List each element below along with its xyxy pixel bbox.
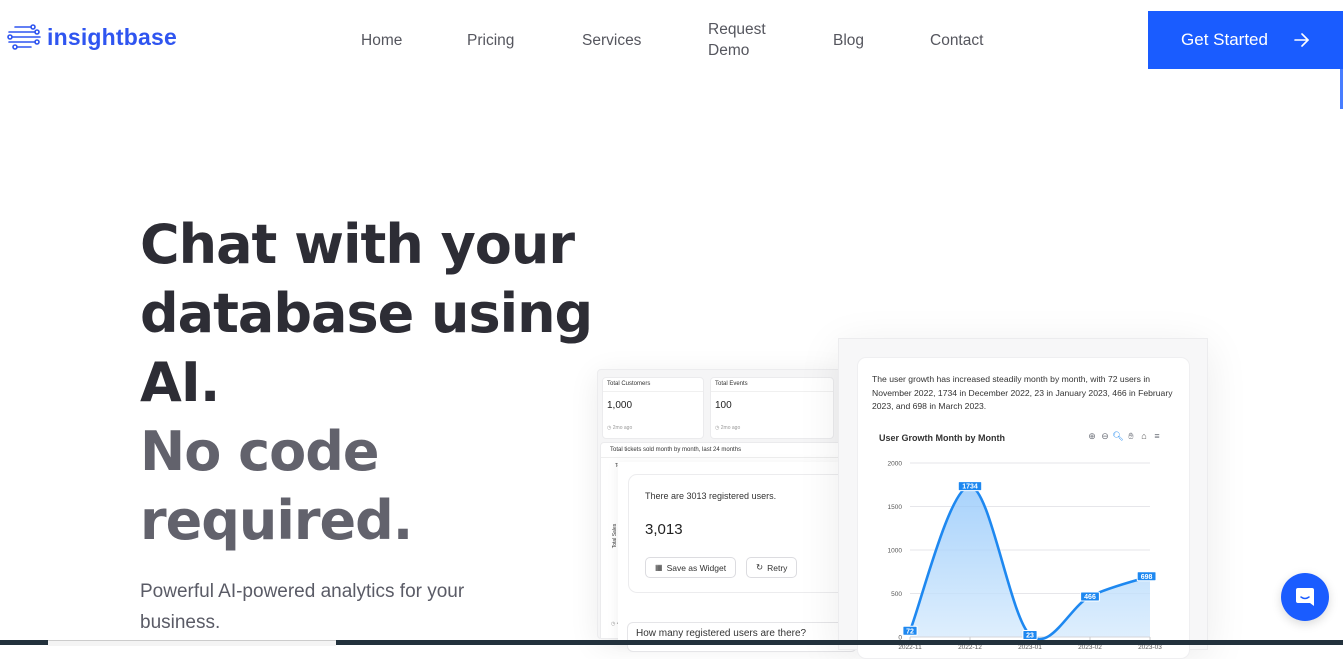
kpi-title: Total Customers <box>607 381 651 387</box>
data-label: 466 <box>1084 594 1096 601</box>
refresh-icon: ↻ <box>756 562 764 572</box>
chat-widget-button[interactable] <box>1281 573 1329 621</box>
y-tick-label: 500 <box>891 591 902 598</box>
answer-card: There are 3013 registered users. 3,013 ▦… <box>628 474 855 593</box>
hero-title: Chat with your database using AI. No cod… <box>140 210 593 555</box>
data-label: 72 <box>906 628 914 635</box>
answer-value: 3,013 <box>645 521 683 538</box>
kpi-card-total-customers: Total Customers 1,000 ◷ 2mo ago <box>602 377 704 439</box>
chat-panel: There are 3013 registered users. 3,013 ▦… <box>618 462 857 652</box>
user-growth-chart: 05001000150020002022-11 2022-12 2023-01 202… <box>888 461 1163 652</box>
chart-toolbar: ⊕ ⊖ 🔍︎ ✋︎ ⌂ ≡ <box>1087 431 1162 442</box>
data-label: 1734 <box>962 484 978 491</box>
kpi-title: Total Events <box>715 381 748 387</box>
get-started-label: Get Started <box>1181 30 1268 49</box>
nav-services[interactable]: Services <box>582 30 641 51</box>
y-tick-label: 1500 <box>888 504 903 511</box>
data-label: 698 <box>1141 574 1153 581</box>
nav-home[interactable]: Home <box>361 30 402 51</box>
kpi-updated: ◷ 2mo ago <box>715 425 741 431</box>
y-tick-label: 2000 <box>888 461 903 468</box>
nav-pricing[interactable]: Pricing <box>467 30 514 51</box>
chart-title: User Growth Month by Month <box>879 433 1005 443</box>
bottom-bar <box>0 640 1343 646</box>
x-tick-label: 2023-01 <box>1018 644 1042 651</box>
zoom-out-icon[interactable]: ⊖ <box>1100 431 1110 441</box>
logo-icon <box>7 24 41 50</box>
chart-summary: The user growth has increased steadily m… <box>872 374 1173 411</box>
arrow-right-icon <box>1294 33 1309 47</box>
answer-text: There are 3013 registered users. <box>645 491 777 501</box>
kpi-updated: ◷ 2mo ago <box>607 425 633 431</box>
user-question: How many registered users are there? <box>627 622 857 652</box>
y-tick-label: 1000 <box>888 548 903 555</box>
retry-button[interactable]: ↻ Retry <box>746 557 798 578</box>
nav-request-demo-line1: Request <box>708 21 766 38</box>
hero-title-line: Chat with your <box>140 213 575 276</box>
home-icon[interactable]: ⌂ <box>1139 431 1149 441</box>
chart-card: The user growth has increased steadily m… <box>838 338 1208 659</box>
x-tick-label: 2023-03 <box>1138 644 1162 651</box>
tickets-title: Total tickets sold month by month, last … <box>610 447 742 453</box>
bottom-bar-segment <box>48 640 336 646</box>
pan-hand-icon[interactable]: ✋︎ <box>1126 431 1136 441</box>
chat-bubble-icon <box>1296 588 1314 606</box>
retry-label: Retry <box>767 562 788 573</box>
brand-logo[interactable]: insightbase <box>6 22 177 52</box>
x-tick-label: 2022-11 <box>898 644 922 651</box>
widget-icon: ▦ <box>655 563 663 572</box>
chart-card-inner: The user growth has increased steadily m… <box>857 357 1190 659</box>
search-zoom-icon[interactable]: 🔍︎ <box>1112 431 1123 441</box>
kpi-value: 100 <box>715 400 732 411</box>
hero-title-line-muted: required. <box>140 489 413 552</box>
hero-title-line: AI. <box>140 351 220 414</box>
brand-name: insightbase <box>47 23 178 50</box>
get-started-button[interactable]: Get Started <box>1148 11 1343 69</box>
save-as-widget-label: Save as Widget <box>666 562 727 573</box>
nav-request-demo-line2: Demo <box>708 42 750 59</box>
nav-blog[interactable]: Blog <box>833 30 864 51</box>
nav-request-demo[interactable]: Request Demo <box>708 19 766 61</box>
kpi-card-total-events: Total Events 100 ◷ 2mo ago <box>710 377 834 439</box>
nav-contact[interactable]: Contact <box>930 30 983 51</box>
kpi-value: 1,000 <box>607 400 633 411</box>
x-tick-label: 2023-02 <box>1078 644 1102 651</box>
area-fill <box>910 486 1150 640</box>
hero-subtitle: Powerful AI-powered analytics for your b… <box>140 581 465 633</box>
menu-icon[interactable]: ≡ <box>1152 431 1162 441</box>
hero-title-line-muted: No code <box>140 420 379 483</box>
data-label: 23 <box>1026 633 1034 640</box>
zoom-in-icon[interactable]: ⊕ <box>1087 431 1097 441</box>
hero-title-line: database using <box>140 282 593 345</box>
save-as-widget-button[interactable]: ▦ Save as Widget <box>645 557 737 578</box>
x-tick-label: 2022-12 <box>958 644 982 651</box>
